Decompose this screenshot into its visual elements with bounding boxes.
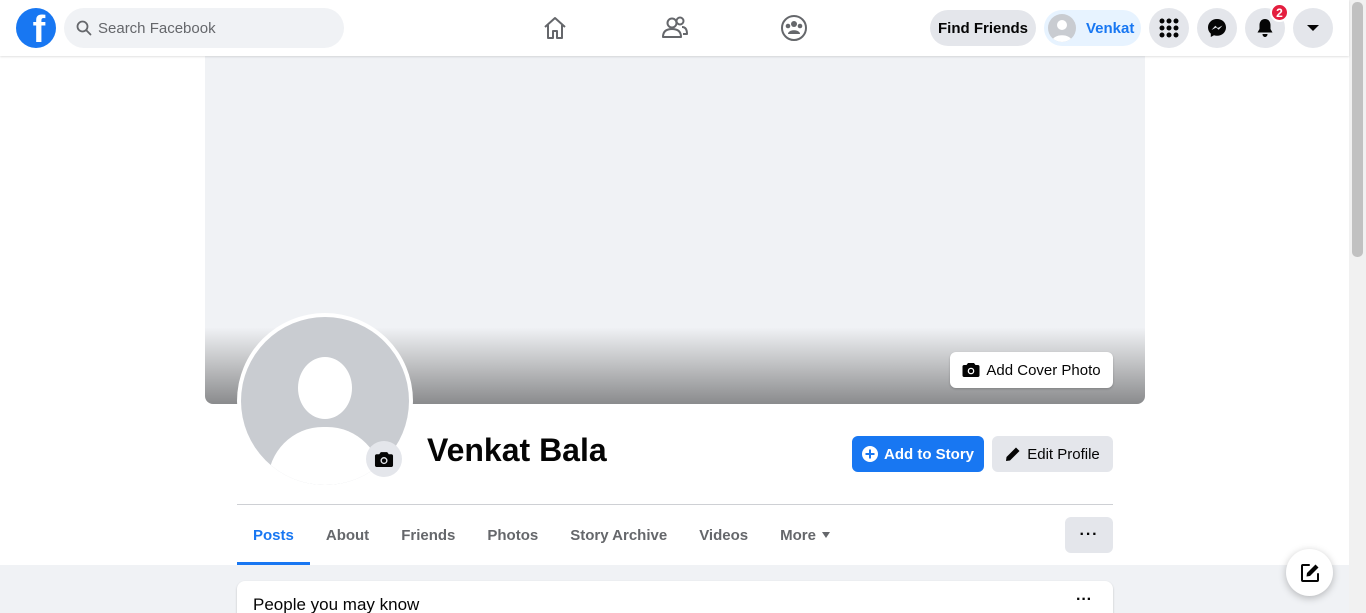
bell-icon (1257, 19, 1273, 37)
search-input[interactable] (98, 19, 318, 37)
profile-chip[interactable]: Venkat (1044, 10, 1141, 46)
tab-label: Posts (253, 526, 294, 544)
avatar (1048, 14, 1076, 42)
notifications-button[interactable]: 2 (1245, 3, 1289, 48)
notification-badge: 2 (1270, 3, 1289, 22)
tab-label: Photos (487, 526, 539, 544)
profile-options-button[interactable]: ··· (1065, 517, 1113, 553)
new-message-button[interactable] (1286, 549, 1333, 596)
tab-label: More (780, 526, 816, 544)
add-to-story-button[interactable]: Add to Story (852, 436, 984, 472)
groups-icon[interactable] (780, 14, 808, 42)
tab-posts[interactable]: Posts (237, 505, 310, 565)
caret-down-icon (821, 532, 830, 538)
scrollbar-thumb[interactable] (1352, 2, 1363, 257)
people-you-may-know-card: People you may know ··· (237, 581, 1113, 613)
tab-videos[interactable]: Videos (683, 505, 764, 565)
camera-icon (962, 363, 980, 377)
tab-label: Story Archive (570, 526, 668, 544)
add-cover-photo-button[interactable]: Add Cover Photo (950, 352, 1113, 388)
page-scrollbar[interactable] (1349, 0, 1366, 613)
tab-about[interactable]: About (310, 505, 385, 565)
tab-photos[interactable]: Photos (471, 505, 554, 565)
edit-profile-label: Edit Profile (1027, 445, 1100, 463)
avatar-silhouette-body (268, 427, 382, 485)
people-you-may-know-title: People you may know (253, 595, 420, 613)
tab-friends[interactable]: Friends (385, 505, 471, 565)
top-navigation-bar: f Find Friends (0, 0, 1349, 56)
tab-label: Friends (401, 526, 456, 544)
tab-label: About (325, 526, 370, 544)
plus-circle-icon (862, 446, 878, 462)
tab-label: Videos (699, 526, 749, 544)
find-friends-button[interactable]: Find Friends (930, 10, 1036, 46)
profile-tabs: Posts About Friends Photos Story Archive… (237, 505, 846, 565)
account-menu-button[interactable] (1293, 8, 1333, 48)
tab-more[interactable]: More (764, 505, 846, 565)
home-icon[interactable] (541, 14, 569, 42)
add-to-story-label: Add to Story (884, 445, 974, 463)
pencil-icon (1006, 447, 1020, 461)
edit-profile-button[interactable]: Edit Profile (992, 436, 1113, 472)
tab-story-archive[interactable]: Story Archive (554, 505, 683, 565)
profile-chip-name: Venkat (1086, 19, 1135, 37)
avatar-silhouette-head (298, 357, 352, 419)
facebook-logo-icon[interactable]: f (16, 8, 56, 48)
menu-button[interactable] (1149, 8, 1189, 48)
update-profile-picture-button[interactable] (366, 441, 402, 477)
add-cover-photo-label: Add Cover Photo (986, 361, 1101, 379)
search-icon (76, 20, 92, 36)
menu-grid-icon (1159, 18, 1179, 38)
card-options-button[interactable]: ··· (1076, 591, 1092, 609)
friends-icon[interactable] (661, 14, 689, 42)
profile-name: Venkat Bala (427, 432, 607, 468)
caret-down-icon (1307, 25, 1319, 31)
search-box[interactable] (64, 8, 344, 48)
camera-icon (374, 451, 394, 467)
messenger-icon (1208, 19, 1226, 37)
compose-icon (1300, 563, 1319, 582)
messenger-button[interactable] (1197, 8, 1237, 48)
